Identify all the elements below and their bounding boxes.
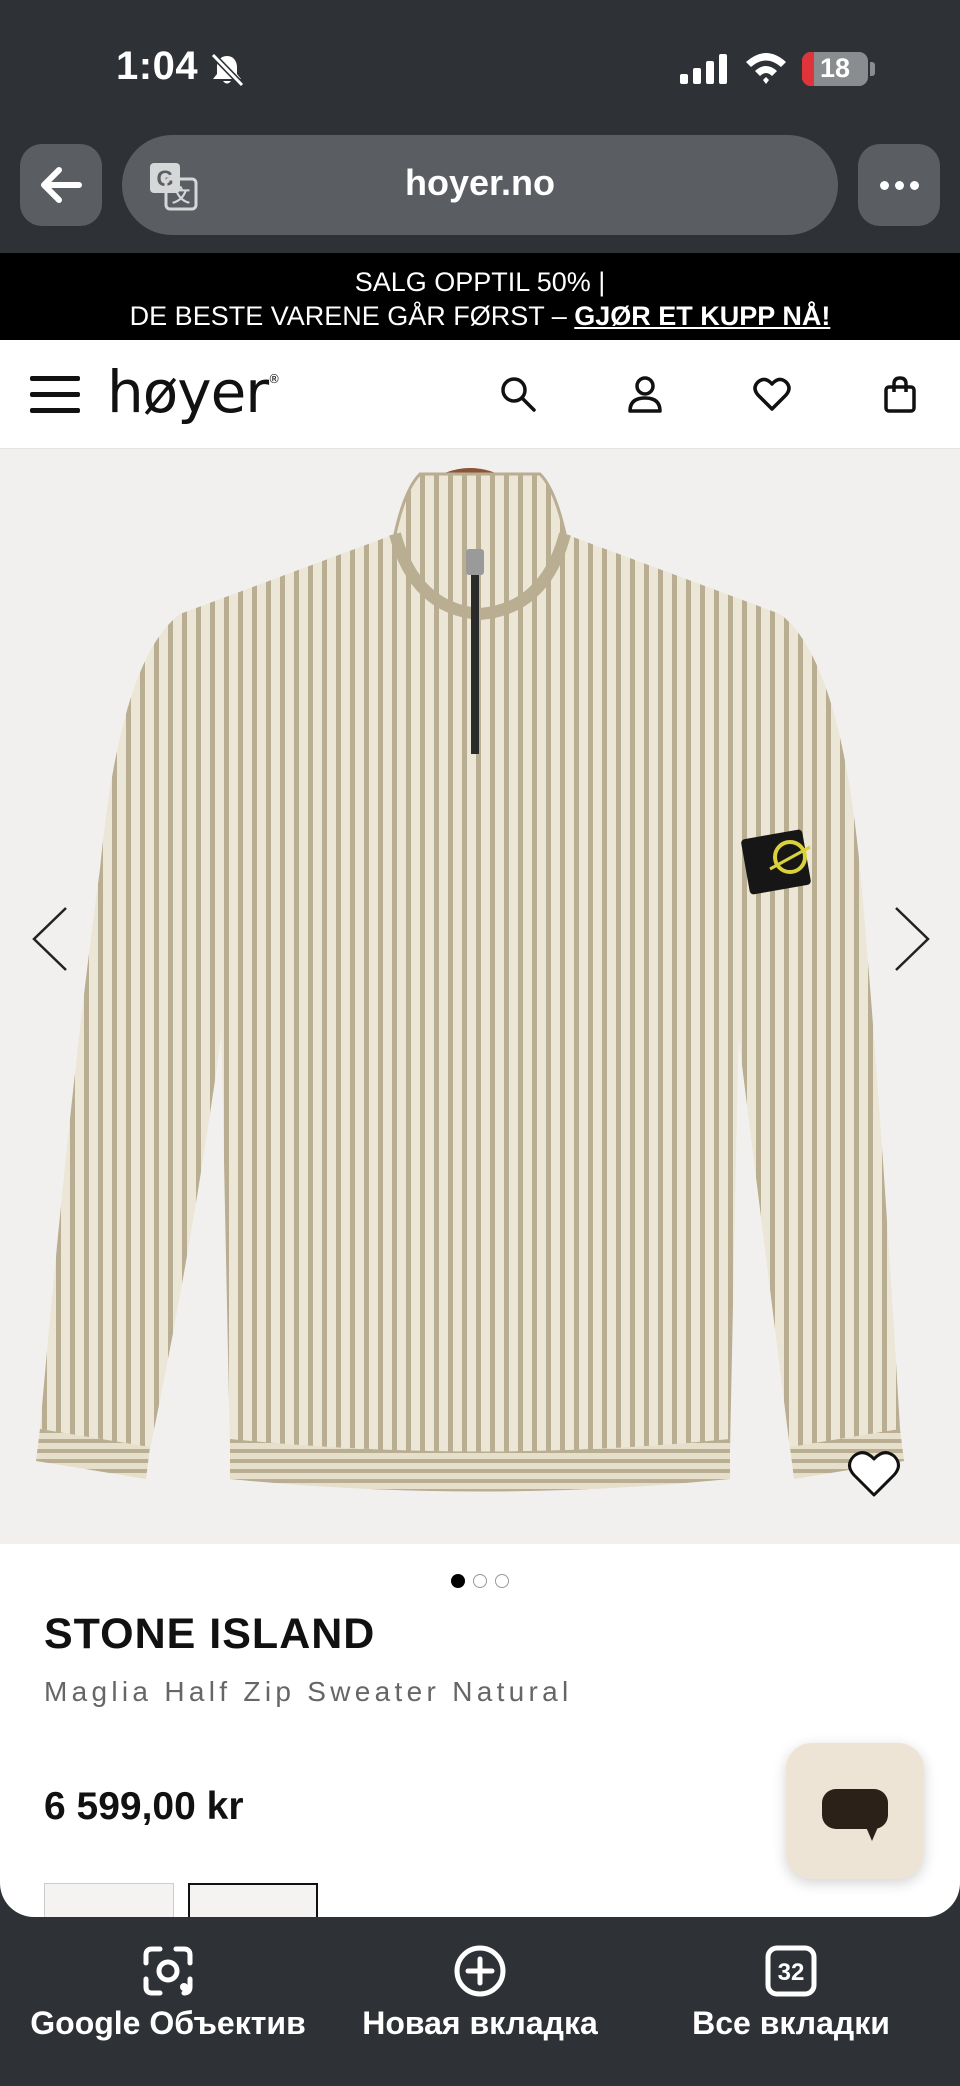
address-bar[interactable]: G 文 hoyer.no <box>122 135 838 235</box>
previous-image-arrow[interactable] <box>30 904 70 974</box>
battery-level: 18 <box>819 53 851 83</box>
promo-line-1: SALG OPPTIL 50% | <box>354 267 606 297</box>
google-lens-icon <box>143 1946 193 1996</box>
status-bar: 1:04 18 <box>0 0 960 135</box>
carousel-dot[interactable] <box>495 1574 509 1588</box>
site-header: høyer® <box>0 340 960 449</box>
new-tab-label: Новая вкладка <box>362 2005 598 2041</box>
product-image-carousel[interactable] <box>0 449 960 1544</box>
product-brand[interactable]: STONE ISLAND <box>44 1610 375 1659</box>
shopping-bag-icon[interactable] <box>880 374 920 414</box>
chat-bubble-icon <box>822 1789 888 1841</box>
promo-link[interactable]: GJØR ET KUPP NÅ! <box>574 301 830 331</box>
search-icon[interactable] <box>498 374 538 414</box>
web-page: SALG OPPTIL 50% | DE BESTE VARENE GÅR FØ… <box>0 253 960 1917</box>
back-button[interactable] <box>20 144 102 226</box>
battery-cap <box>870 62 875 76</box>
browser-toolbar: G 文 hoyer.no <box>0 135 960 253</box>
arrow-left-icon <box>41 167 82 203</box>
more-dot <box>909 180 919 190</box>
google-lens-label: Google Объектив <box>30 2005 306 2041</box>
logo-text: høyer <box>107 358 269 426</box>
more-dot <box>894 180 904 190</box>
url-text: hoyer.no <box>404 162 556 203</box>
product-title: Maglia Half Zip Sweater Natural <box>44 1676 573 1707</box>
wifi-icon <box>746 53 786 84</box>
chat-button[interactable] <box>786 1743 924 1879</box>
more-dot <box>879 180 889 190</box>
promo-text: DE BESTE VARENE GÅR FØRST – <box>129 301 575 331</box>
menu-line <box>30 408 80 413</box>
hamburger-menu-icon[interactable] <box>30 376 80 416</box>
new-tab-button[interactable]: Новая вкладка <box>340 1943 620 2042</box>
wishlist-heart-icon[interactable] <box>752 374 792 414</box>
add-to-wishlist-heart-icon[interactable] <box>846 1449 902 1499</box>
registered-mark: ® <box>268 372 280 386</box>
product-price: 6 599,00 kr <box>44 1785 244 1828</box>
plus-circle-icon <box>454 1945 506 1997</box>
menu-line <box>30 376 80 381</box>
cellular-signal-icon <box>680 54 727 84</box>
carousel-pagination <box>0 1574 960 1594</box>
promo-banner: SALG OPPTIL 50% | DE BESTE VARENE GÅR FØ… <box>0 253 960 340</box>
browser-bottom-bar: Google Объектив Новая вкладка 32 Все вкл… <box>0 1917 960 2086</box>
thumbnail-image[interactable] <box>44 1883 174 1917</box>
bell-slash-icon <box>210 52 245 88</box>
tabs-count: 32 <box>778 1959 805 1986</box>
promo-line-2: DE BESTE VARENE GÅR FØRST – GJØR ET KUPP… <box>0 299 960 333</box>
carousel-dot[interactable] <box>473 1574 487 1588</box>
tabs-counter-icon: 32 <box>765 1945 817 1997</box>
carousel-dot[interactable] <box>451 1574 465 1588</box>
status-time: 1:04 <box>116 44 199 88</box>
google-lens-button[interactable]: Google Объектив <box>28 1943 308 2042</box>
all-tabs-button[interactable]: 32 Все вкладки <box>650 1943 932 2042</box>
user-account-icon[interactable] <box>625 374 665 414</box>
product-image <box>36 468 904 1492</box>
menu-line <box>30 392 80 397</box>
more-options-button[interactable] <box>858 144 940 226</box>
thumbnail-image-selected[interactable] <box>188 1883 318 1917</box>
battery-indicator: 18 <box>802 52 868 86</box>
site-logo[interactable]: høyer® <box>107 358 280 426</box>
next-image-arrow[interactable] <box>892 904 932 974</box>
all-tabs-label: Все вкладки <box>692 2005 890 2041</box>
